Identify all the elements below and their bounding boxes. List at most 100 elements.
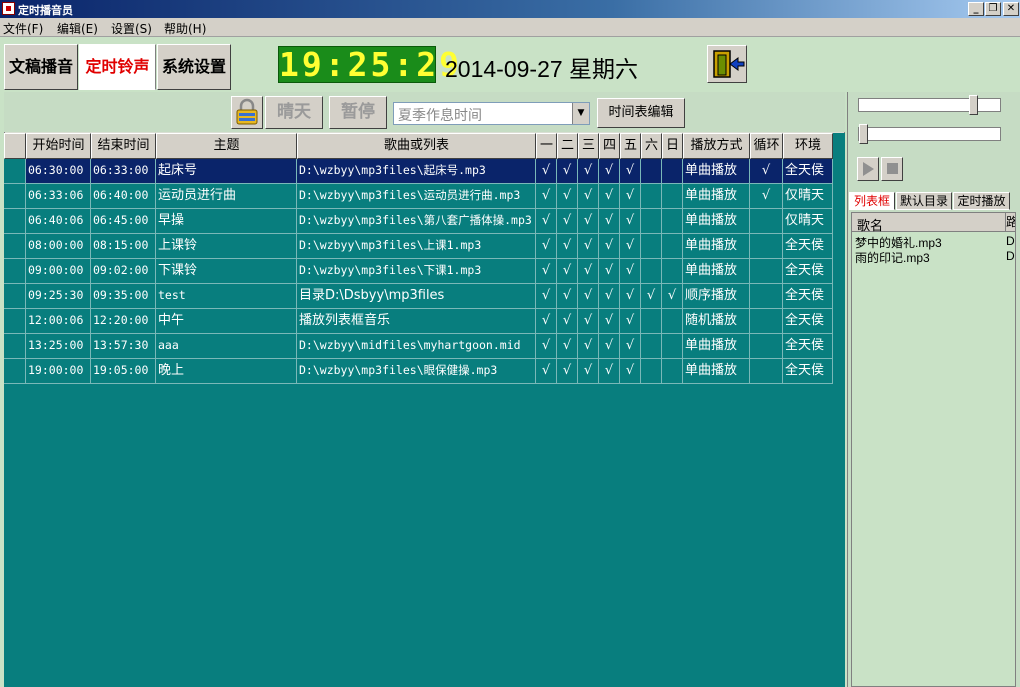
song-path-header[interactable]: 路 (1005, 213, 1015, 232)
stop-button[interactable] (881, 157, 903, 181)
row-indicator[interactable] (4, 284, 26, 309)
table-cell: √ (536, 159, 557, 184)
table-cell (750, 309, 783, 334)
row-indicator[interactable] (4, 234, 26, 259)
pause-button[interactable]: 暂停 (329, 96, 387, 129)
table-cell: 全天侯 (783, 259, 833, 284)
table-row[interactable]: 19:00:00 19:05:00 晚上 D:\wzbyy\mp3files\眼保健操… (4, 359, 833, 384)
table-cell: √ (578, 209, 599, 234)
table-cell: √ (599, 334, 620, 359)
table-cell: 起床号 (156, 159, 297, 184)
column-header[interactable]: 日 (662, 133, 683, 159)
tab-default-directory[interactable]: 默认目录 (896, 192, 952, 210)
grid-header: 开始时间 结束时间 主题 歌曲或列表一二三四五六日播放方式 循环 环境 (4, 133, 833, 159)
row-indicator[interactable] (4, 259, 26, 284)
tab-document-broadcast[interactable]: 文稿播音 (4, 44, 78, 90)
chevron-down-icon[interactable]: ▼ (572, 103, 589, 124)
volume-slider[interactable] (858, 95, 1001, 115)
edit-schedule-button[interactable]: 时间表编辑 (597, 98, 685, 128)
tab-system-settings[interactable]: 系统设置 (157, 44, 231, 90)
table-cell: √ (578, 159, 599, 184)
table-cell (641, 209, 662, 234)
table-cell: test (156, 284, 297, 309)
table-row[interactable]: 06:30:00 06:33:00 起床号 D:\wzbyy\mp3files\起床号… (4, 159, 833, 184)
table-cell: 目录D:\Dsbyy\mp3files (297, 284, 536, 309)
table-cell: aaa (156, 334, 297, 359)
header-indicator (4, 133, 26, 159)
table-cell: 08:15:00 (91, 234, 156, 259)
progress-slider-thumb[interactable] (859, 124, 868, 144)
table-cell: √ (536, 309, 557, 334)
table-row[interactable]: 09:25:30 09:35:00 test 目录D:\Dsbyy\mp3files √… (4, 284, 833, 309)
column-header[interactable]: 五 (620, 133, 641, 159)
table-cell: D:\wzbyy\mp3files\起床号.mp3 (297, 159, 536, 184)
tab-timed-play[interactable]: 定时播放 (953, 192, 1010, 210)
restore-button[interactable]: ❐ (985, 2, 1001, 16)
table-cell: 06:33:00 (91, 159, 156, 184)
row-indicator[interactable] (4, 359, 26, 384)
table-cell: √ (557, 359, 578, 384)
row-indicator[interactable] (4, 209, 26, 234)
table-cell: √ (536, 209, 557, 234)
column-header[interactable]: 歌曲或列表 (297, 133, 536, 159)
column-header[interactable]: 开始时间 (26, 133, 91, 159)
menu-file[interactable]: 文件(F) (3, 20, 43, 37)
column-header[interactable]: 环境 (783, 133, 833, 159)
table-row[interactable]: 12:00:06 12:20:00 中午 播放列表框音乐 √ √ √ √ √ 随机播放 全天侯 (4, 309, 833, 334)
play-icon (863, 162, 874, 176)
table-cell (750, 334, 783, 359)
table-cell: √ (750, 159, 783, 184)
table-cell: D:\wzbyy\mp3files\运动员进行曲.mp3 (297, 184, 536, 209)
lock-button[interactable] (231, 96, 263, 129)
menu-edit[interactable]: 编辑(E) (57, 20, 98, 37)
column-header[interactable]: 结束时间 (91, 133, 156, 159)
minimize-button[interactable]: _ (968, 2, 984, 16)
table-cell: √ (536, 284, 557, 309)
play-button[interactable] (857, 157, 879, 181)
column-header[interactable]: 三 (578, 133, 599, 159)
list-item[interactable]: 雨的印记.mp3 (855, 249, 930, 266)
sunny-button[interactable]: 晴天 (265, 96, 323, 129)
table-row[interactable]: 13:25:00 13:57:30 aaa D:\wzbyy\midfiles\myh… (4, 334, 833, 359)
row-indicator[interactable] (4, 334, 26, 359)
table-cell: √ (599, 359, 620, 384)
table-row[interactable]: 06:40:06 06:45:00 早操 D:\wzbyy\mp3files\第八套广… (4, 209, 833, 234)
list-item-path: D (1006, 249, 1015, 263)
column-header[interactable]: 循环 (750, 133, 783, 159)
schedule-select[interactable]: 夏季作息时间 ▼ (393, 102, 590, 125)
table-cell: √ (620, 234, 641, 259)
table-row[interactable]: 09:00:00 09:02:00 下课铃 D:\wzbyy\mp3files\下课1… (4, 259, 833, 284)
table-cell: √ (578, 334, 599, 359)
table-cell: √ (599, 259, 620, 284)
column-header[interactable]: 四 (599, 133, 620, 159)
volume-slider-thumb[interactable] (969, 95, 978, 115)
exit-button[interactable] (707, 45, 747, 83)
progress-slider[interactable] (858, 124, 1001, 144)
song-list[interactable] (851, 212, 1016, 687)
menu-help[interactable]: 帮助(H) (164, 20, 206, 37)
table-cell: √ (578, 284, 599, 309)
tab-playlist[interactable]: 列表框 (849, 192, 895, 210)
table-cell (750, 359, 783, 384)
column-header[interactable]: 一 (536, 133, 557, 159)
close-button[interactable]: ✕ (1003, 2, 1019, 16)
row-indicator[interactable] (4, 159, 26, 184)
table-row[interactable]: 06:33:06 06:40:00 运动员进行曲 D:\wzbyy\mp3files\… (4, 184, 833, 209)
table-row[interactable]: 08:00:00 08:15:00 上课铃 D:\wzbyy\mp3files\上课1… (4, 234, 833, 259)
table-cell: 09:00:00 (26, 259, 91, 284)
column-header[interactable]: 二 (557, 133, 578, 159)
column-header[interactable]: 主题 (156, 133, 297, 159)
table-cell: √ (557, 209, 578, 234)
table-cell: √ (557, 234, 578, 259)
row-indicator[interactable] (4, 309, 26, 334)
column-header[interactable]: 播放方式 (683, 133, 750, 159)
table-cell: √ (599, 209, 620, 234)
table-cell: √ (620, 259, 641, 284)
row-indicator[interactable] (4, 184, 26, 209)
song-name-header[interactable]: 歌名 (857, 215, 883, 234)
tab-timed-bell[interactable]: 定时铃声 (79, 44, 156, 90)
menu-settings[interactable]: 设置(S) (111, 20, 152, 37)
stop-icon (887, 163, 898, 174)
table-cell: 单曲播放 (683, 234, 750, 259)
column-header[interactable]: 六 (641, 133, 662, 159)
